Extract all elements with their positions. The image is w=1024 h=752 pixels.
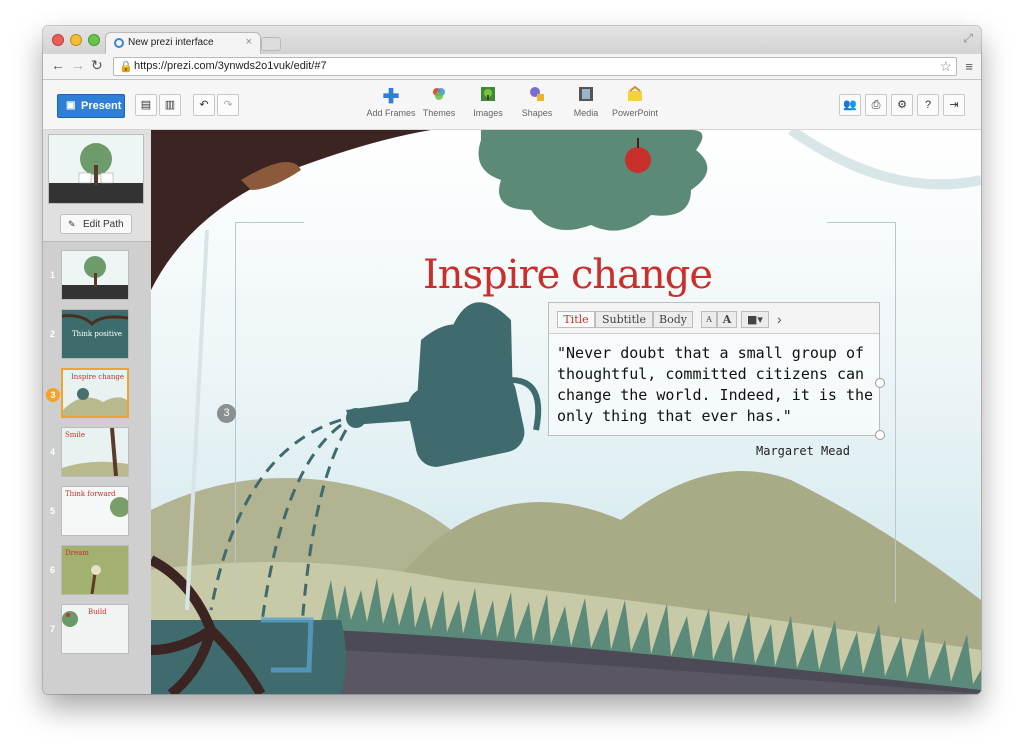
reload-icon[interactable]: ↻ <box>91 57 103 74</box>
slide-number: 2 <box>50 329 56 339</box>
bookmark-star-icon[interactable]: ☆ <box>939 58 952 75</box>
forward-arrow-icon[interactable]: → <box>71 57 85 73</box>
url-text: https://prezi.com/3ynwds2o1vuk/edit/#7 <box>134 60 327 72</box>
close-window-button[interactable] <box>52 34 64 46</box>
edit-path-label: Edit Path <box>83 219 124 230</box>
people-icon: 👥 <box>843 99 857 111</box>
slide-thumbnail[interactable]: Smile <box>61 427 129 477</box>
slide-number: 7 <box>50 624 56 634</box>
slide-thumbnail[interactable]: Think forward <box>61 486 129 536</box>
present-label: Present <box>81 100 122 112</box>
url-field[interactable]: 🔒 https://prezi.com/3ynwds2o1vuk/edit/#7… <box>113 57 957 76</box>
quote-author[interactable]: Margaret Mead <box>756 444 850 458</box>
tab-title: New prezi interface <box>128 37 214 48</box>
gear-icon: ⚙ <box>897 99 907 111</box>
browser-menu-icon[interactable]: ≡ <box>965 59 973 74</box>
subtitle-style-button[interactable]: Subtitle <box>595 311 653 328</box>
format-toolbar: Title Subtitle Body A A ■▾ › <box>549 303 879 334</box>
slide-number: 3 <box>46 388 60 402</box>
slide-title: Smile <box>65 431 86 439</box>
slide-thumbnail[interactable]: Think positive <box>61 309 129 359</box>
slide-title: Inspire change <box>71 373 125 381</box>
share-button[interactable]: 👥 <box>839 94 861 116</box>
present-button[interactable]: ▣ Present <box>57 94 125 118</box>
print-icon: ⎙ <box>871 99 881 111</box>
fullscreen-icon[interactable]: ⤢ <box>963 31 973 46</box>
exit-button[interactable]: ⇥ <box>943 94 965 116</box>
pencil-icon: ✎ <box>68 219 76 229</box>
minimize-window-button[interactable] <box>70 34 82 46</box>
powerpoint-label: PowerPoint <box>611 108 659 118</box>
overview-thumbnail[interactable] <box>48 134 144 204</box>
body-style-button[interactable]: Body <box>653 311 693 328</box>
tab-bar: New prezi interface × ⤢ <box>43 26 981 54</box>
file-icon: ▤ <box>140 99 152 111</box>
zoom-window-button[interactable] <box>88 34 100 46</box>
undo-button[interactable]: ↶ <box>193 94 215 116</box>
powerpoint-button[interactable]: PowerPoint <box>605 85 665 126</box>
more-options-icon[interactable]: › <box>777 311 782 327</box>
overview-panel: ✎ Edit Path <box>43 130 151 242</box>
new-tab-button[interactable] <box>261 37 281 51</box>
exit-icon: ⇥ <box>949 99 959 111</box>
quote-text[interactable]: "Never doubt that a small group of thoug… <box>557 343 875 427</box>
text-color-button[interactable]: ■▾ <box>741 311 769 328</box>
redo-icon: ↷ <box>223 99 233 111</box>
new-file-button[interactable]: ▤ <box>135 94 157 116</box>
slide-title: Build <box>88 608 107 616</box>
undo-icon: ↶ <box>199 99 209 111</box>
color-swatch-icon: ■▾ <box>747 313 763 326</box>
help-icon: ? <box>924 99 932 111</box>
presentation-canvas[interactable]: Inspire change Title Subtitle Body A A ■… <box>151 130 981 694</box>
settings-button[interactable]: ⚙ <box>891 94 913 116</box>
slide-thumbnail[interactable]: Inspire change <box>61 368 129 418</box>
path-sidebar: ✎ Edit Path 1 2 Think positive 3 Inspire… <box>43 130 151 694</box>
slide-number: 5 <box>50 506 56 516</box>
lock-icon: 🔒 <box>119 61 133 73</box>
decrease-font-button[interactable]: A <box>701 311 717 328</box>
tab-close-icon[interactable]: × <box>246 36 252 48</box>
address-bar: ← → ↻ 🔒 https://prezi.com/3ynwds2o1vuk/e… <box>43 54 981 80</box>
text-editor-box[interactable]: Title Subtitle Body A A ■▾ › "Never doub… <box>548 302 880 436</box>
powerpoint-icon <box>605 85 665 108</box>
save-button[interactable]: ▥ <box>159 94 181 116</box>
slide-thumbnail[interactable]: Dream <box>61 545 129 595</box>
editor-toolbar: ▣ Present ▤ ▥ ↶ ↷ ✚ Add Frames Themes Im… <box>43 80 981 130</box>
resize-handle[interactable] <box>875 378 885 388</box>
back-arrow-icon[interactable]: ← <box>51 57 65 73</box>
present-screen-icon: ▣ <box>66 100 76 111</box>
help-button[interactable]: ? <box>917 94 939 116</box>
save-icon: ▥ <box>164 99 176 111</box>
slide-headline[interactable]: Inspire change <box>423 252 713 298</box>
browser-window: New prezi interface × ⤢ ← → ↻ 🔒 https://… <box>43 26 981 694</box>
slide-title: Think positive <box>72 330 123 338</box>
slide-number: 6 <box>50 565 56 575</box>
browser-tab[interactable]: New prezi interface × <box>105 32 261 54</box>
increase-font-button[interactable]: A <box>717 311 737 328</box>
frame-bracket-left[interactable] <box>235 222 304 603</box>
print-button[interactable]: ⎙ <box>865 94 887 116</box>
edit-path-button[interactable]: ✎ Edit Path <box>60 214 132 234</box>
redo-button[interactable]: ↷ <box>217 94 239 116</box>
slide-title: Dream <box>65 549 89 557</box>
slide-number: 4 <box>50 447 56 457</box>
path-step-badge[interactable]: 3 <box>217 404 236 423</box>
prezi-favicon-icon <box>114 38 124 48</box>
slide-title: Think forward <box>65 490 116 498</box>
resize-handle[interactable] <box>875 430 885 440</box>
slide-thumbnail[interactable] <box>61 250 129 300</box>
slide-number: 1 <box>50 270 56 280</box>
title-style-button[interactable]: Title <box>557 311 595 328</box>
slide-thumbnail[interactable]: Build <box>61 604 129 654</box>
